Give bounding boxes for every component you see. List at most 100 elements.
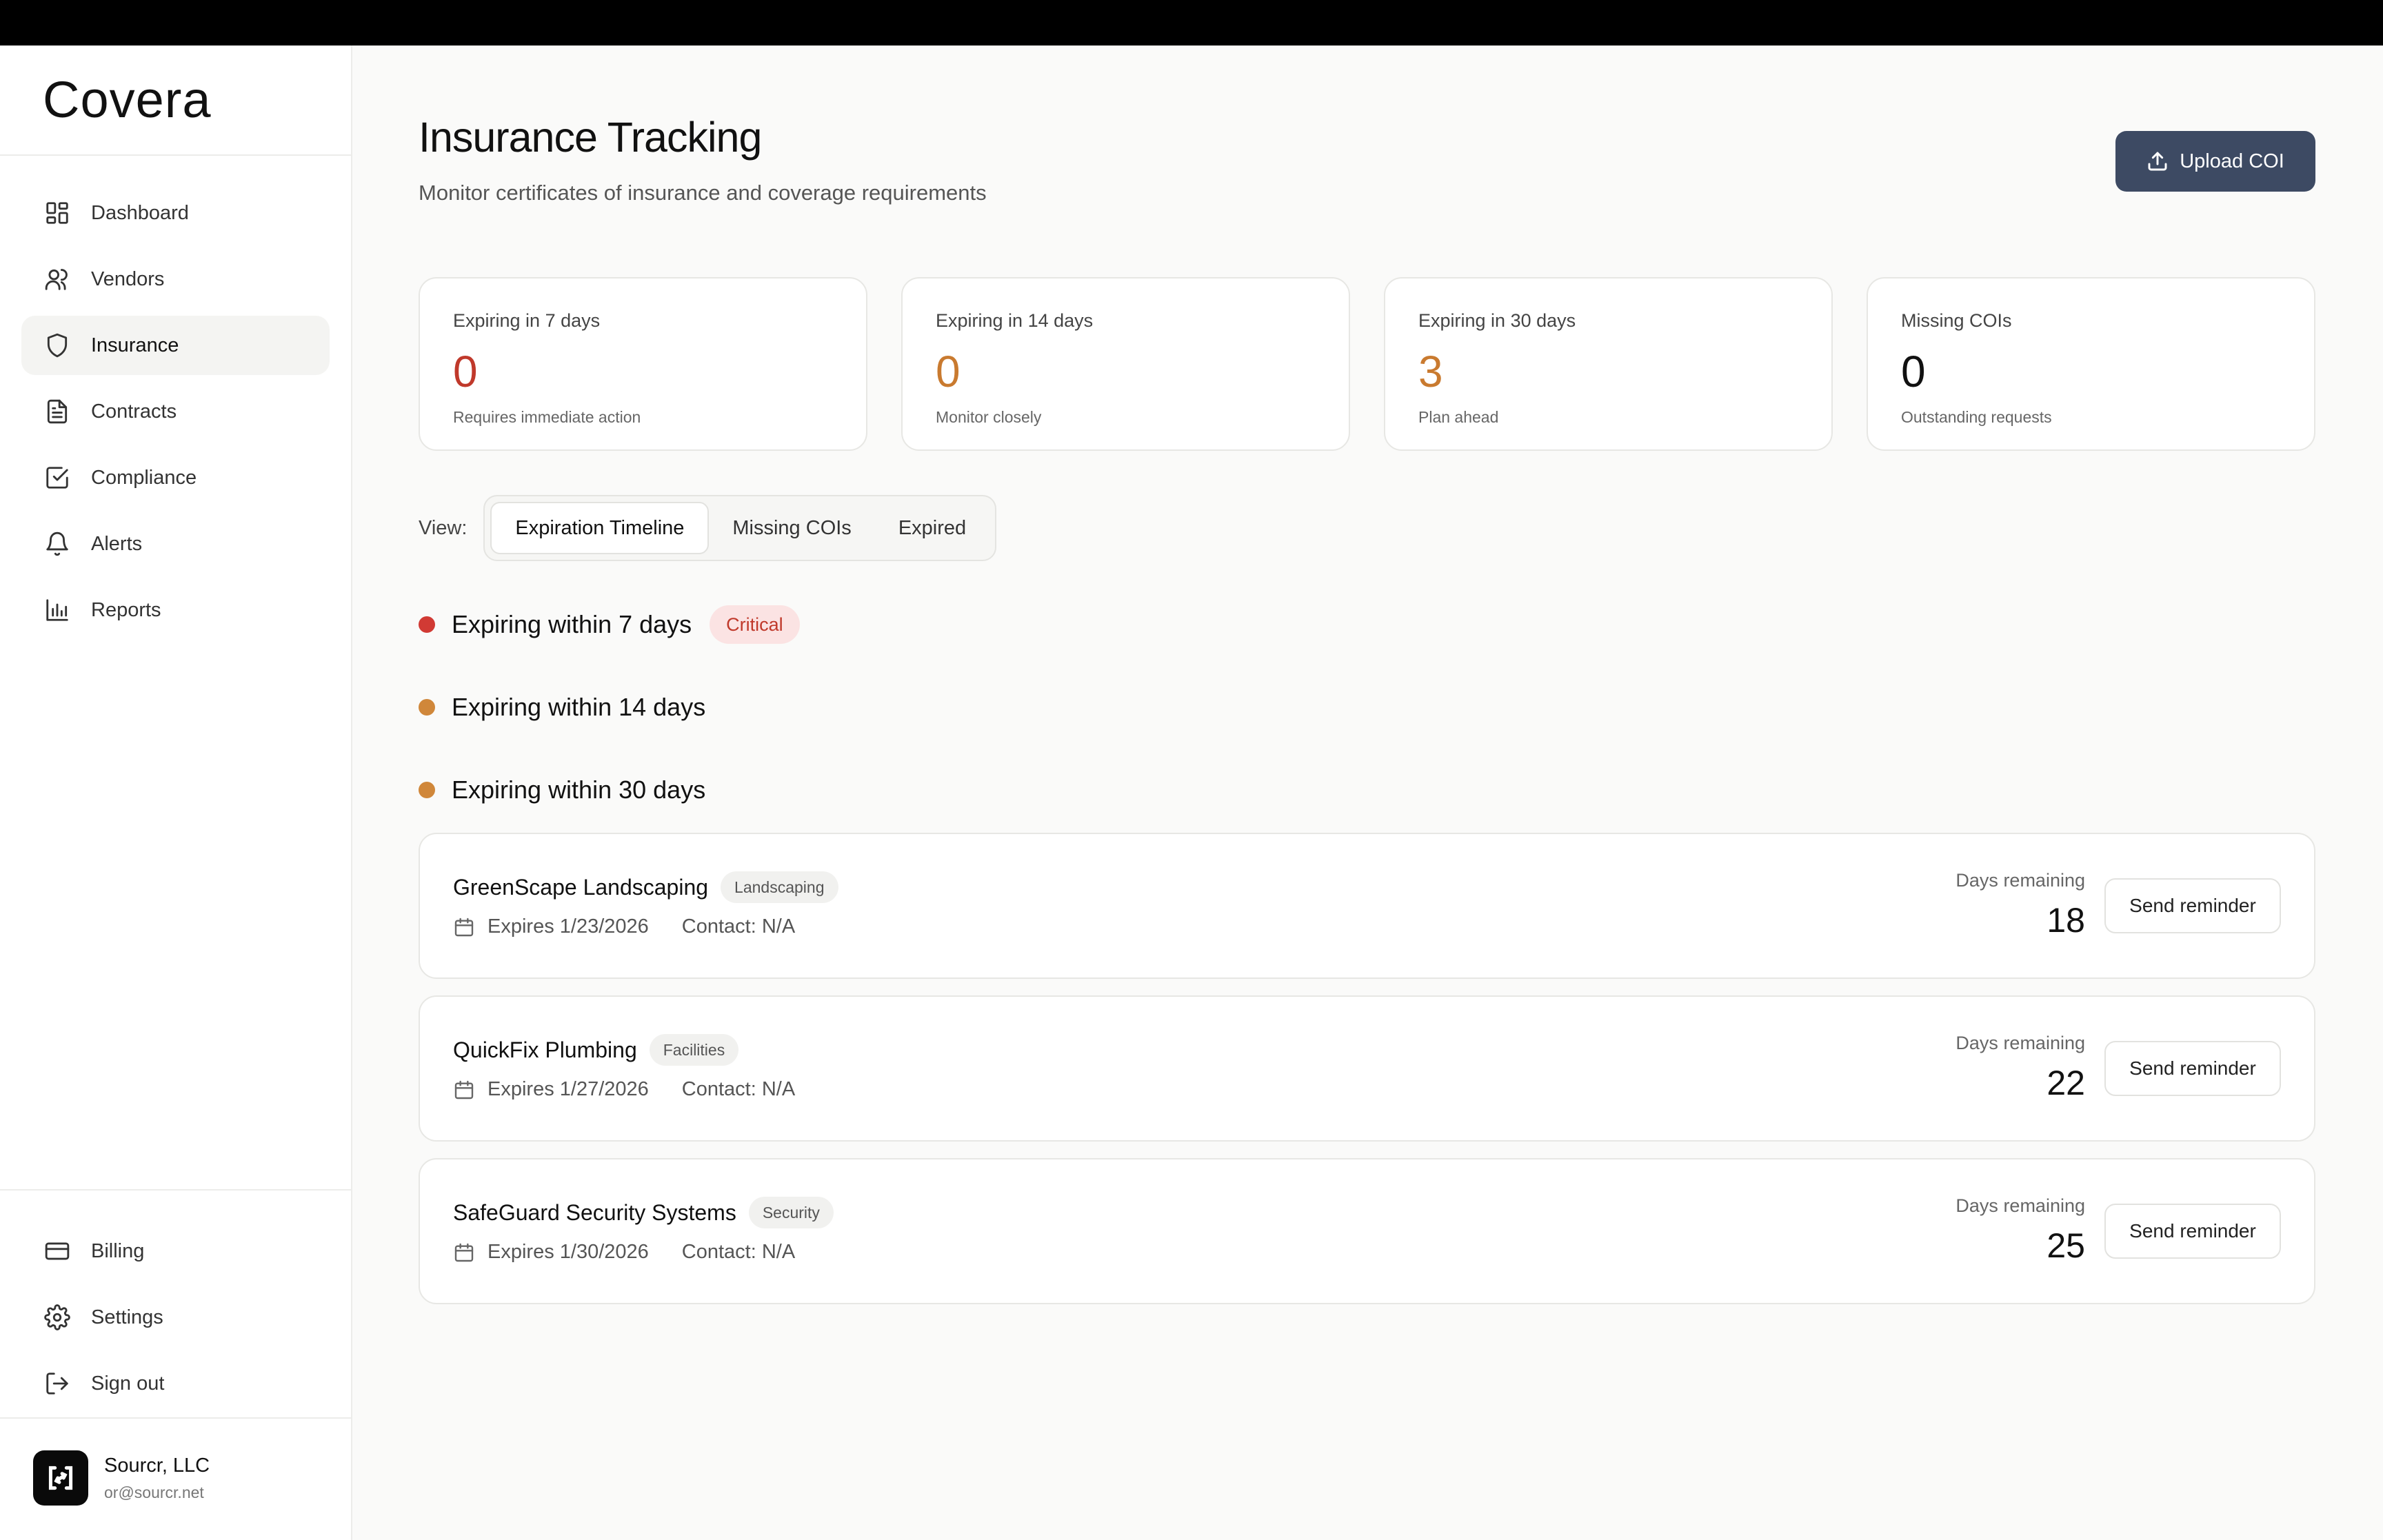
days-remaining-value: 25	[2047, 1226, 2085, 1265]
send-reminder-button[interactable]: Send reminder	[2104, 1204, 2281, 1259]
stat-note: Outstanding requests	[1901, 408, 2052, 426]
avatar[interactable]	[33, 1450, 88, 1506]
sidebar-item-label: Contracts	[91, 400, 177, 423]
group-title: Expiring within 7 days	[452, 610, 692, 638]
sidebar-item-reports[interactable]: Reports	[21, 580, 330, 640]
sidebar-item-label: Dashboard	[91, 201, 189, 224]
days-remaining-label: Days remaining	[1955, 1033, 2085, 1053]
expiry-date: Expires 1/23/2026	[487, 915, 649, 938]
vendor-name: SafeGuard Security Systems	[453, 1199, 736, 1225]
vendor-name: GreenScape Landscaping	[453, 874, 709, 900]
gear-icon	[44, 1304, 70, 1330]
upload-icon	[2148, 152, 2167, 171]
vendor-meta: Expires 1/30/2026 Contact: N/A	[453, 1241, 795, 1264]
app-logo[interactable]: Covera	[43, 70, 212, 129]
stat-label: Expiring in 14 days	[936, 310, 1094, 331]
vendor-card[interactable]: QuickFix Plumbing Facilities Expires 1/2…	[419, 995, 2315, 1142]
days-remaining-label: Days remaining	[1955, 870, 2085, 891]
upload-coi-label: Upload COI	[2180, 150, 2284, 172]
sidebar-item-label: Sign out	[91, 1372, 165, 1395]
vendor-meta: Expires 1/23/2026 Contact: N/A	[453, 915, 795, 938]
vendor-meta: Expires 1/27/2026 Contact: N/A	[453, 1078, 795, 1101]
stat-note: Monitor closely	[936, 408, 1042, 426]
page-title: Insurance Tracking	[419, 114, 762, 161]
main-content: Insurance Tracking Monitor certificates …	[352, 45, 2383, 1540]
stat-note: Plan ahead	[1418, 408, 1499, 426]
stat-value: 0	[1901, 347, 1926, 396]
sidebar-item-settings[interactable]: Settings	[21, 1288, 330, 1347]
account-panel[interactable]: Sourcr, LLC or@sourcr.net	[0, 1417, 351, 1540]
critical-badge: Critical	[710, 605, 800, 644]
calendar-icon	[454, 1243, 474, 1262]
vendor-card[interactable]: SafeGuard Security Systems Security Expi…	[419, 1158, 2315, 1304]
calendar-icon	[454, 1080, 474, 1099]
sidebar-item-alerts[interactable]: Alerts	[21, 514, 330, 574]
page-subtitle: Monitor certificates of insurance and co…	[419, 181, 987, 205]
stat-value: 0	[453, 347, 478, 396]
vendor-name: QuickFix Plumbing	[453, 1037, 637, 1062]
dashboard-icon	[46, 202, 68, 224]
sidebar: Covera Dashboard Vendors Insurance Contr…	[0, 45, 352, 1540]
shield-icon	[47, 333, 68, 358]
vendor-name-row: SafeGuard Security Systems Security	[453, 1197, 834, 1228]
days-remaining-label: Days remaining	[1955, 1195, 2085, 1216]
stat-value: 0	[936, 347, 961, 396]
sidebar-item-dashboard[interactable]: Dashboard	[21, 183, 330, 243]
tab-missing-cois[interactable]: Missing COIs	[709, 502, 874, 554]
category-tag: Security	[748, 1197, 834, 1228]
sidebar-item-label: Settings	[91, 1306, 163, 1328]
upload-coi-button[interactable]: Upload COI	[2115, 131, 2315, 192]
status-dot	[419, 699, 435, 716]
company-logo-icon	[48, 1466, 73, 1490]
stat-card-expiring-14[interactable]: Expiring in 14 days 0 Monitor closely	[901, 277, 1350, 451]
sidebar-item-contracts[interactable]: Contracts	[21, 382, 330, 441]
users-icon	[45, 269, 68, 290]
stat-card-expiring-30[interactable]: Expiring in 30 days 3 Plan ahead	[1384, 277, 1833, 451]
sidebar-item-label: Reports	[91, 598, 161, 621]
status-dot	[419, 616, 435, 633]
expiry-date: Expires 1/27/2026	[487, 1078, 649, 1100]
view-label: View:	[419, 516, 467, 539]
stat-value: 3	[1418, 347, 1443, 396]
sidebar-item-compliance[interactable]: Compliance	[21, 448, 330, 507]
contact: Contact: N/A	[681, 1241, 796, 1263]
status-dot	[419, 782, 435, 798]
bar-chart-icon	[46, 599, 68, 621]
sidebar-item-label: Billing	[91, 1239, 145, 1262]
account-name: Sourcr, LLC	[104, 1455, 210, 1477]
tab-expiration-timeline[interactable]: Expiration Timeline	[490, 502, 710, 554]
document-icon	[47, 399, 68, 424]
group-title: Expiring within 14 days	[452, 693, 706, 721]
calendar-icon	[454, 918, 474, 936]
view-tabs: Expiration Timeline Missing COIs Expired	[483, 495, 997, 561]
stat-note: Requires immediate action	[453, 408, 641, 426]
sign-out-icon	[46, 1372, 68, 1395]
send-reminder-button[interactable]: Send reminder	[2104, 1041, 2281, 1096]
sidebar-item-vendors[interactable]: Vendors	[21, 250, 330, 309]
group-expiring-30: Expiring within 30 days	[419, 769, 705, 811]
tab-expired[interactable]: Expired	[875, 502, 989, 554]
stat-label: Missing COIs	[1901, 310, 2012, 331]
window-top-bar	[0, 0, 2383, 45]
sidebar-item-billing[interactable]: Billing	[21, 1222, 330, 1281]
vendor-name-row: GreenScape Landscaping Landscaping	[453, 871, 838, 903]
sidebar-divider	[0, 1189, 351, 1191]
sidebar-item-insurance[interactable]: Insurance	[21, 316, 330, 375]
group-title: Expiring within 30 days	[452, 776, 706, 804]
contact: Contact: N/A	[681, 1078, 796, 1100]
contact: Contact: N/A	[681, 915, 796, 938]
category-tag: Landscaping	[721, 871, 838, 903]
stats-row: Expiring in 7 days 0 Requires immediate …	[419, 277, 2315, 451]
credit-card-icon	[45, 1242, 70, 1260]
sidebar-item-sign-out[interactable]: Sign out	[21, 1354, 330, 1413]
logo-area: Covera	[0, 45, 351, 156]
category-tag: Facilities	[649, 1034, 739, 1066]
vendor-card[interactable]: GreenScape Landscaping Landscaping Expir…	[419, 833, 2315, 979]
stat-card-missing-cois[interactable]: Missing COIs 0 Outstanding requests	[1867, 277, 2315, 451]
secondary-nav: Billing Settings Sign out	[21, 1222, 330, 1420]
bell-icon	[46, 531, 68, 556]
group-expiring-7: Expiring within 7 days Critical	[419, 604, 800, 645]
send-reminder-button[interactable]: Send reminder	[2104, 878, 2281, 933]
vendor-name-row: QuickFix Plumbing Facilities	[453, 1034, 739, 1066]
stat-card-expiring-7[interactable]: Expiring in 7 days 0 Requires immediate …	[419, 277, 867, 451]
